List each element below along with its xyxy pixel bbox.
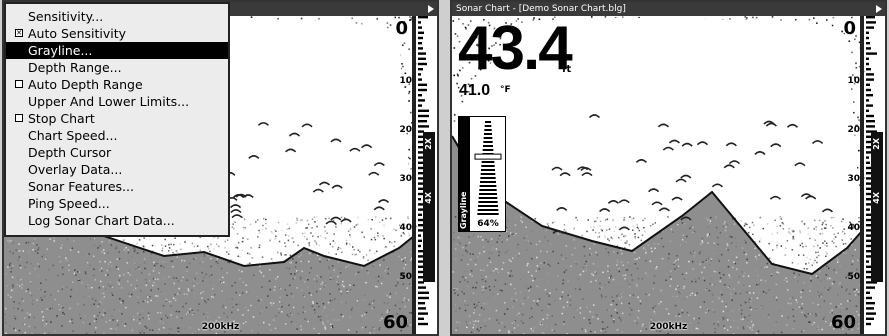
depth-scale-label: 30 xyxy=(399,174,412,184)
grayline-label: Grayline xyxy=(459,191,468,229)
depth-scale-label: 10 xyxy=(847,76,860,86)
menu-item-label: Overlay Data... xyxy=(28,162,123,177)
menu-item-label: Auto Depth Range xyxy=(28,77,143,92)
depth-scale-label: 20 xyxy=(847,125,860,135)
depth-scale-label: 40 xyxy=(399,223,412,233)
right-title: Sonar Chart - [Demo Sonar Chart.blg] xyxy=(456,4,626,14)
menu-item[interactable]: Overlay Data... xyxy=(6,161,228,178)
frequency-label-left: 200kHz xyxy=(201,322,240,332)
temperature-unit: °F xyxy=(500,85,511,95)
zoom-label-4x: 4X xyxy=(424,192,433,204)
menu-item[interactable]: Ping Speed... xyxy=(6,195,228,212)
zoom-label-2x: 2X xyxy=(424,138,433,150)
depth-unit: ft xyxy=(562,64,572,75)
menu-item[interactable]: Depth Range... xyxy=(6,59,228,76)
menu-item-label: Ping Speed... xyxy=(28,196,110,211)
grayline-percent: 64% xyxy=(477,219,499,229)
depth-scale-label: 0 xyxy=(395,18,408,39)
grayline-control[interactable]: Grayline 64% xyxy=(458,116,506,232)
depth-scale-label: 50 xyxy=(399,272,412,282)
menu-item-label: Log Sonar Chart Data... xyxy=(28,213,175,228)
zoom-bar-right[interactable]: 2X 4X xyxy=(871,132,883,282)
menu-item-label: Chart Speed... xyxy=(28,128,118,143)
checkbox-checked-icon[interactable] xyxy=(15,29,23,37)
menu-item[interactable]: Grayline... xyxy=(6,42,228,59)
menu-item-label: Sensitivity... xyxy=(28,9,104,24)
menu-item[interactable]: Upper And Lower Limits... xyxy=(6,93,228,110)
depth-scale-label: 0 xyxy=(843,18,856,39)
checkbox-empty-icon[interactable] xyxy=(15,114,23,122)
depth-scale-label: 20 xyxy=(399,125,412,135)
menu-item-label: Grayline... xyxy=(28,43,93,58)
sonar-chart-panel-left[interactable]: 0 10 20 30 40 50 60 2X 4X 200kHz Sensitivity..… xyxy=(2,0,439,336)
checkbox-empty-icon[interactable] xyxy=(15,80,23,88)
menu-item-label: Depth Range... xyxy=(28,60,122,75)
depth-scale-label: 30 xyxy=(847,174,860,184)
menu-item-label: Upper And Lower Limits... xyxy=(28,94,190,109)
zoom-bar-left[interactable]: 2X 4X xyxy=(423,132,435,282)
menu-item-label: Stop Chart xyxy=(28,111,95,126)
menu-item-label: Auto Sensitivity xyxy=(28,26,127,41)
menu-item-label: Depth Cursor xyxy=(28,145,112,160)
menu-item[interactable]: Auto Depth Range xyxy=(6,76,228,93)
sonar-chart-panel-right[interactable]: Sonar Chart - [Demo Sonar Chart.blg] 0 10… xyxy=(450,0,887,336)
grayline-side-bar: Grayline xyxy=(459,117,470,231)
zoom-label-4x: 4X xyxy=(872,192,881,204)
depth-scale-label: 40 xyxy=(847,223,860,233)
menu-item-label: Sonar Features... xyxy=(28,179,134,194)
temperature-readout: 41.0 xyxy=(459,82,491,99)
sonar-context-menu[interactable]: Sensitivity... Auto Sensitivity Grayline..… xyxy=(4,2,230,237)
menu-item[interactable]: Stop Chart xyxy=(6,110,228,127)
depth-scale-label: 50 xyxy=(847,272,860,282)
menu-item[interactable]: Chart Speed... xyxy=(6,127,228,144)
menu-item[interactable]: Auto Sensitivity xyxy=(6,25,228,42)
menu-item[interactable]: Sonar Features... xyxy=(6,178,228,195)
menu-item[interactable]: Depth Cursor xyxy=(6,144,228,161)
depth-readout: 43.4 xyxy=(458,14,573,83)
menu-item[interactable]: Log Sonar Chart Data... xyxy=(6,212,228,229)
frequency-label-right: 200kHz xyxy=(649,322,688,332)
title-arrow-icon[interactable] xyxy=(428,5,434,13)
zoom-label-2x: 2X xyxy=(872,138,881,150)
title-arrow-icon[interactable] xyxy=(876,5,882,13)
depth-scale-label: 10 xyxy=(399,76,412,86)
grayline-slider[interactable] xyxy=(473,121,503,217)
menu-item[interactable]: Sensitivity... xyxy=(6,8,228,25)
